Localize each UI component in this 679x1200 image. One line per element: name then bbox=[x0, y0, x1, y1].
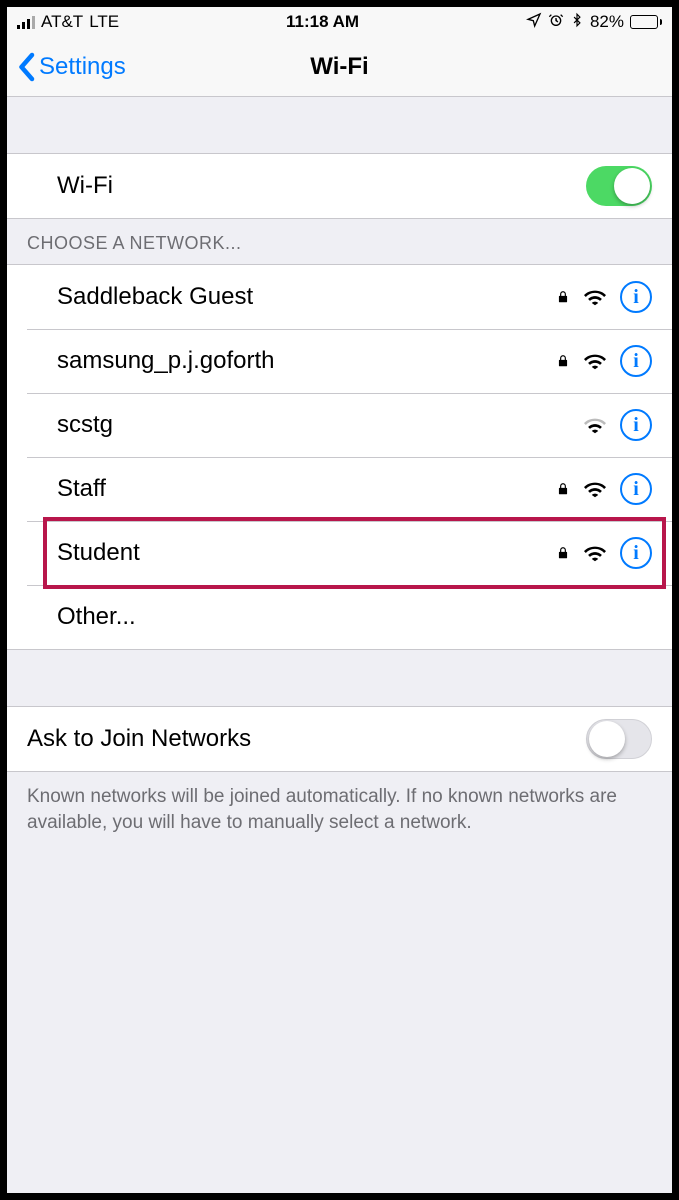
other-network-row[interactable]: Other... bbox=[7, 585, 672, 649]
bluetooth-icon bbox=[570, 12, 584, 33]
clock-label: 11:18 AM bbox=[286, 12, 359, 32]
cell-signal-icon bbox=[17, 15, 35, 29]
ask-join-group: Ask to Join Networks bbox=[7, 706, 672, 772]
lock-icon bbox=[556, 352, 570, 370]
battery-icon bbox=[630, 15, 662, 29]
wifi-signal-icon bbox=[584, 544, 606, 562]
info-button[interactable]: i bbox=[620, 473, 652, 505]
network-row[interactable]: Saddleback Guest i bbox=[7, 265, 672, 329]
network-type-label: LTE bbox=[89, 12, 119, 32]
network-row[interactable]: samsung_p.j.goforth i bbox=[7, 329, 672, 393]
spacer bbox=[7, 97, 672, 153]
ask-join-footer: Known networks will be joined automatica… bbox=[7, 772, 672, 847]
network-name: Staff bbox=[27, 475, 556, 503]
battery-pct-label: 82% bbox=[590, 12, 624, 32]
back-button[interactable]: Settings bbox=[17, 37, 126, 96]
info-button[interactable]: i bbox=[620, 537, 652, 569]
network-name: Student bbox=[27, 539, 556, 567]
wifi-toggle-row: Wi-Fi bbox=[7, 154, 672, 218]
network-name: Saddleback Guest bbox=[27, 283, 556, 311]
wifi-toggle[interactable] bbox=[586, 166, 652, 206]
network-name: scstg bbox=[27, 411, 584, 439]
spacer bbox=[7, 650, 672, 706]
choose-network-header: CHOOSE A NETWORK... bbox=[7, 219, 672, 264]
info-button[interactable]: i bbox=[620, 281, 652, 313]
info-button[interactable]: i bbox=[620, 345, 652, 377]
status-left: AT&T LTE bbox=[17, 12, 119, 32]
alarm-icon bbox=[548, 12, 564, 33]
ask-join-label: Ask to Join Networks bbox=[27, 725, 586, 753]
nav-bar: Settings Wi-Fi bbox=[7, 37, 672, 97]
lock-icon bbox=[556, 480, 570, 498]
status-right: 82% bbox=[526, 12, 662, 33]
screen: AT&T LTE 11:18 AM 82% Settings bbox=[6, 6, 673, 1194]
page-title: Wi-Fi bbox=[310, 53, 368, 81]
network-row[interactable]: Staff i bbox=[7, 457, 672, 521]
back-label: Settings bbox=[39, 53, 126, 81]
wifi-signal-icon bbox=[584, 352, 606, 370]
wifi-signal-icon bbox=[584, 288, 606, 306]
network-list: Saddleback Guestisamsung_p.j.goforthiscs… bbox=[7, 264, 672, 650]
ask-join-toggle[interactable] bbox=[586, 719, 652, 759]
network-controls: i bbox=[556, 281, 652, 313]
lock-icon bbox=[556, 288, 570, 306]
wifi-signal-icon bbox=[584, 480, 606, 498]
lock-icon bbox=[556, 544, 570, 562]
network-controls: i bbox=[556, 473, 652, 505]
network-controls: i bbox=[556, 345, 652, 377]
network-row[interactable]: scstg i bbox=[7, 393, 672, 457]
carrier-label: AT&T bbox=[41, 12, 83, 32]
status-bar: AT&T LTE 11:18 AM 82% bbox=[7, 7, 672, 37]
network-name: samsung_p.j.goforth bbox=[27, 347, 556, 375]
network-controls: i bbox=[584, 409, 652, 441]
wifi-toggle-label: Wi-Fi bbox=[27, 172, 586, 200]
chevron-left-icon bbox=[17, 52, 35, 82]
wifi-signal-icon bbox=[584, 416, 606, 434]
other-label: Other... bbox=[27, 603, 652, 631]
info-button[interactable]: i bbox=[620, 409, 652, 441]
network-controls: i bbox=[556, 537, 652, 569]
location-icon bbox=[526, 12, 542, 33]
network-row[interactable]: Student i bbox=[7, 521, 672, 585]
wifi-toggle-group: Wi-Fi bbox=[7, 153, 672, 219]
ask-join-row: Ask to Join Networks bbox=[7, 707, 672, 771]
